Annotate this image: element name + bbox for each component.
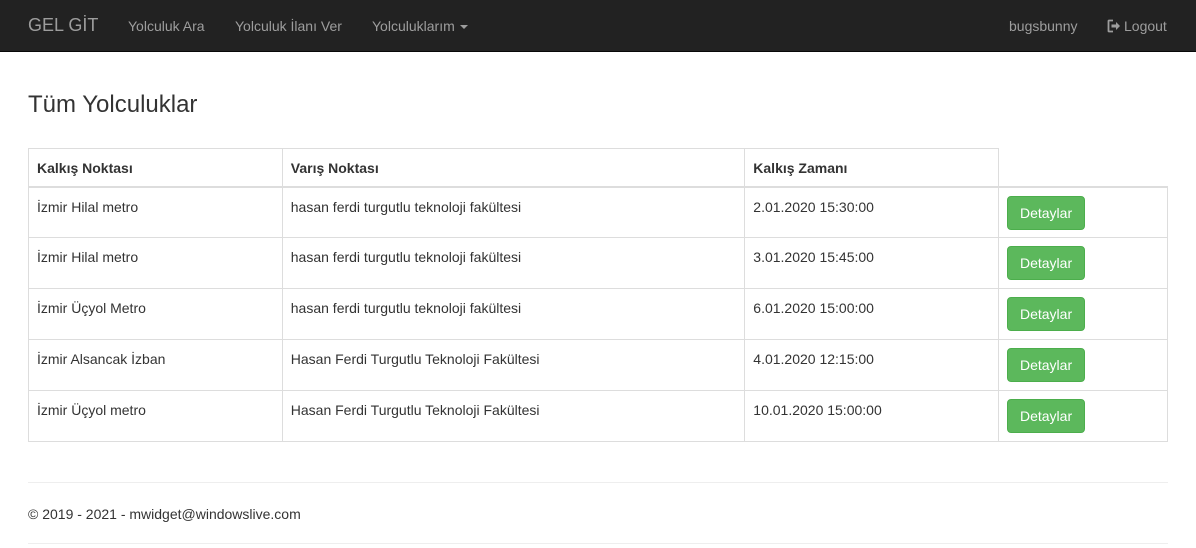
table-header-row: Kalkış Noktası Varış Noktası Kalkış Zama… <box>28 148 1168 188</box>
details-button[interactable]: Detaylar <box>1007 246 1086 280</box>
logout-icon <box>1107 19 1120 33</box>
cell-departure-time: 4.01.2020 12:15:00 <box>744 339 1000 391</box>
cell-departure: İzmir Üçyol metro <box>28 390 283 442</box>
table-row: İzmir Alsancak İzban Hasan Ferdi Turgutl… <box>28 339 1168 391</box>
cell-actions: Detaylar <box>998 237 1168 289</box>
details-button[interactable]: Detaylar <box>1007 297 1086 331</box>
page-title: Tüm Yolculuklar <box>28 91 198 118</box>
cell-arrival: Hasan Ferdi Turgutlu Teknoloji Fakültesi <box>281 339 746 391</box>
nav-dropdown-label: Yolculuklarım <box>372 18 455 34</box>
details-button[interactable]: Detaylar <box>1007 348 1086 382</box>
cell-departure-time: 3.01.2020 15:45:00 <box>744 237 1000 289</box>
cell-arrival: hasan ferdi turgutlu teknoloji fakültesi <box>281 186 746 238</box>
details-button[interactable]: Detaylar <box>1007 195 1086 230</box>
footer-divider-bottom <box>28 543 1168 544</box>
cell-departure-time: 6.01.2020 15:00:00 <box>744 288 1000 340</box>
footer-divider-top <box>28 482 1168 483</box>
nav-user-link[interactable]: bugsbunny <box>1009 17 1078 35</box>
header-departure: Kalkış Noktası <box>28 148 283 188</box>
cell-actions: Detaylar <box>998 288 1168 340</box>
table-row: İzmir Üçyol metro Hasan Ferdi Turgutlu T… <box>28 390 1168 442</box>
table-row: İzmir Hilal metro hasan ferdi turgutlu t… <box>28 186 1168 238</box>
table-row: İzmir Hilal metro hasan ferdi turgutlu t… <box>28 237 1168 289</box>
cell-departure: İzmir Hilal metro <box>28 186 283 238</box>
top-navbar: GEL GİT Yolculuk Ara Yolculuk İlanı Ver … <box>0 0 1196 52</box>
cell-departure: İzmir Alsancak İzban <box>28 339 283 391</box>
cell-arrival: hasan ferdi turgutlu teknoloji fakültesi <box>281 288 746 340</box>
logout-link[interactable]: Logout <box>1107 17 1167 35</box>
caret-down-icon <box>459 25 468 30</box>
table-row: İzmir Üçyol Metro hasan ferdi turgutlu t… <box>28 288 1168 340</box>
cell-departure-time: 10.01.2020 15:00:00 <box>744 390 1000 442</box>
header-departure-time: Kalkış Zamanı <box>744 148 1000 188</box>
trips-table: Kalkış Noktası Varış Noktası Kalkış Zama… <box>28 148 1168 442</box>
brand-link[interactable]: GEL GİT <box>28 15 98 35</box>
nav-link-post-trip[interactable]: Yolculuk İlanı Ver <box>235 17 342 35</box>
footer-copyright: © 2019 - 2021 - mwidget@windowslive.com <box>28 506 301 522</box>
cell-actions: Detaylar <box>998 390 1168 442</box>
details-button[interactable]: Detaylar <box>1007 399 1086 433</box>
nav-link-search[interactable]: Yolculuk Ara <box>128 17 205 35</box>
logout-label: Logout <box>1124 18 1167 34</box>
cell-actions: Detaylar <box>998 339 1168 391</box>
header-arrival: Varış Noktası <box>281 148 746 188</box>
cell-departure: İzmir Üçyol Metro <box>28 288 283 340</box>
cell-arrival: Hasan Ferdi Turgutlu Teknoloji Fakültesi <box>281 390 746 442</box>
nav-dropdown-my-trips[interactable]: Yolculuklarım <box>372 17 468 35</box>
header-actions <box>998 148 1168 188</box>
cell-departure: İzmir Hilal metro <box>28 237 283 289</box>
cell-actions: Detaylar <box>998 186 1168 238</box>
cell-departure-time: 2.01.2020 15:30:00 <box>744 186 1000 238</box>
cell-arrival: hasan ferdi turgutlu teknoloji fakültesi <box>281 237 746 289</box>
